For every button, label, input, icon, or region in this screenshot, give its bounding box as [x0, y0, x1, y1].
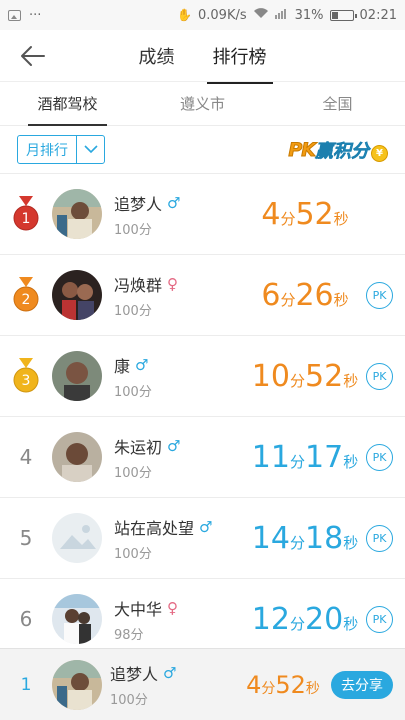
pk-button[interactable]: PK	[366, 362, 393, 390]
coin-icon: ¥	[371, 145, 388, 162]
second-place-medal-icon: 2	[12, 277, 40, 313]
gallery-notification-icon	[8, 9, 21, 21]
my-score: 100分	[110, 693, 148, 708]
my-ranking-bar: 1 追梦人 ♂ 100分 4 分 52 秒 去分享	[0, 648, 405, 720]
my-name: 追梦人	[110, 665, 159, 684]
share-button[interactable]: 去分享	[331, 670, 393, 699]
user-name: 康	[114, 356, 131, 376]
first-place-medal-icon: 1	[12, 196, 40, 232]
avatar[interactable]	[52, 351, 102, 401]
exam-duration: 14 分 18 秒	[251, 520, 359, 556]
battery-icon	[329, 9, 357, 21]
my-exam-duration: 4 分 52 秒	[246, 670, 320, 699]
tab-school[interactable]: 酒都驾校	[0, 93, 135, 126]
user-name: 大中华	[114, 599, 163, 619]
male-icon: ♂	[167, 193, 181, 212]
tab-scores[interactable]: 成绩	[137, 43, 177, 69]
exam-score: 100分	[114, 303, 152, 319]
rank-number: 6	[19, 607, 33, 631]
exam-duration: 10 分 52 秒	[251, 358, 359, 394]
exam-duration: 6 分 26 秒	[261, 277, 349, 313]
chevron-down-icon	[76, 136, 104, 163]
user-name: 追梦人	[114, 194, 163, 214]
pk-logo-text: PK	[288, 138, 317, 161]
rank-number: 4	[19, 445, 33, 469]
pk-button[interactable]: PK	[366, 605, 393, 633]
clock: 02:21	[359, 7, 397, 23]
pk-win-points-banner[interactable]: PK 赢积分 ¥	[288, 135, 388, 165]
exam-score: 100分	[114, 546, 152, 562]
exam-score: 98分	[114, 627, 144, 643]
avatar[interactable]	[52, 189, 102, 239]
ranking-row[interactable]: 2 冯焕群 ♀ 100分 6 分 26 秒 PK	[0, 255, 405, 336]
month-ranking-dropdown[interactable]: 月排行	[17, 135, 105, 164]
exam-score: 100分	[114, 222, 152, 238]
third-place-medal-icon: 3	[12, 358, 40, 394]
pk-button[interactable]: PK	[366, 281, 393, 309]
user-name: 站在高处望	[114, 518, 195, 538]
male-icon: ♂	[163, 664, 177, 682]
ranking-row[interactable]: 3 康 ♂ 100分 10 分 52 秒 PK	[0, 336, 405, 417]
svg-text:2: 2	[22, 292, 31, 308]
month-ranking-label: 月排行	[26, 142, 68, 159]
exam-duration: 11 分 17 秒	[251, 439, 359, 475]
battery-percent: 31%	[294, 7, 324, 23]
rank-cell: 3	[0, 358, 52, 394]
pk-button[interactable]: PK	[366, 524, 393, 552]
male-icon: ♂	[135, 355, 149, 374]
rank-cell: 1	[0, 196, 52, 232]
exam-score: 100分	[114, 384, 152, 400]
exam-duration: 4 分 52 秒	[261, 196, 349, 232]
wifi-icon	[253, 7, 269, 23]
my-avatar[interactable]	[52, 659, 102, 710]
ranking-row[interactable]: 5 站在高处望 ♂ 100分 14 分 18 秒 PK	[0, 498, 405, 579]
svg-text:3: 3	[22, 373, 31, 389]
tab-leaderboard[interactable]: 排行榜	[206, 43, 273, 84]
exam-score: 100分	[114, 465, 152, 481]
user-name: 冯焕群	[114, 275, 163, 295]
ranking-row[interactable]: 1 追梦人♂ 100分 4分52秒 PK	[0, 174, 405, 255]
signal-icon	[274, 7, 289, 23]
status-bar: ··· ✋ 0.09K/s 31% 02:21	[0, 0, 405, 30]
avatar[interactable]	[52, 270, 102, 320]
male-icon: ♂	[199, 517, 213, 536]
exam-duration: 12 分 20 秒	[251, 601, 359, 637]
back-arrow-icon[interactable]	[18, 43, 48, 69]
female-icon: ♀	[167, 274, 179, 293]
rank-number: 5	[19, 526, 33, 550]
avatar[interactable]	[52, 594, 102, 644]
pk-button[interactable]: PK	[366, 443, 393, 471]
my-rank-number: 1	[20, 674, 32, 695]
hand-icon: ✋	[177, 8, 192, 22]
tab-city[interactable]: 遵义市	[135, 93, 270, 114]
male-icon: ♂	[167, 436, 181, 455]
avatar[interactable]	[52, 513, 102, 563]
win-points-text: 赢积分	[315, 140, 370, 162]
user-name: 朱运初	[114, 437, 163, 457]
tab-national[interactable]: 全国	[270, 93, 405, 114]
svg-text:1: 1	[22, 211, 31, 227]
overflow-dots: ···	[29, 7, 42, 23]
scope-tabs: 酒都驾校 遵义市 全国	[0, 82, 405, 126]
ranking-row[interactable]: 4 朱运初 ♂ 100分 11 分 17 秒 PK	[0, 417, 405, 498]
top-header: 成绩 排行榜	[0, 30, 405, 84]
avatar[interactable]	[52, 432, 102, 482]
filter-row: 月排行 PK 赢积分 ¥	[0, 126, 405, 174]
ranking-list: 1 追梦人♂ 100分 4分52秒 PK 2 冯焕群♀ 100分 6分26	[0, 174, 405, 660]
rank-cell: 2	[0, 277, 52, 313]
female-icon: ♀	[167, 598, 179, 617]
net-speed: 0.09K/s	[198, 7, 247, 23]
